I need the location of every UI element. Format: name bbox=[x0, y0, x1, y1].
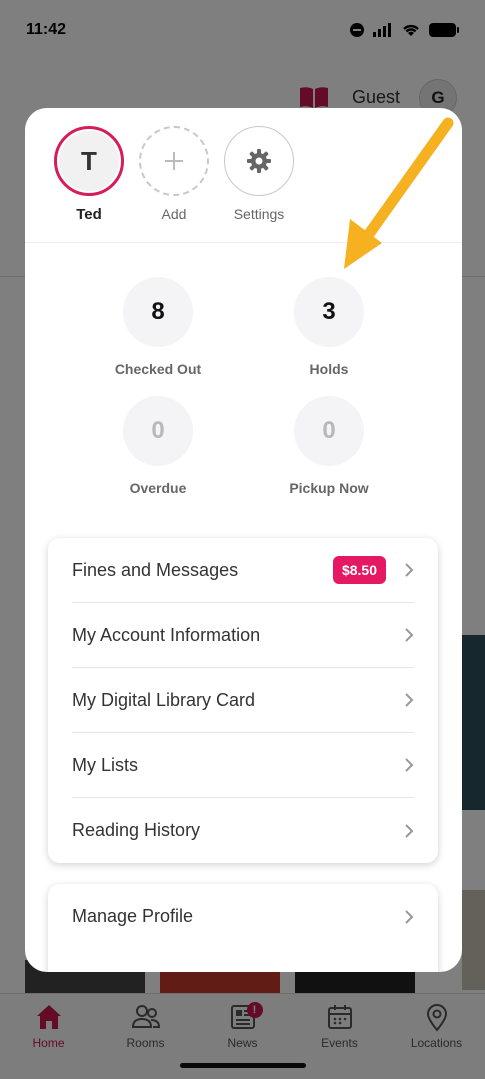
stats-grid: 8 Checked Out 3 Holds 0 Overdue 0 Pickup… bbox=[25, 243, 462, 533]
add-label: Add bbox=[161, 206, 187, 222]
stat-label: Checked Out bbox=[114, 361, 202, 377]
profile-ted[interactable]: T Ted bbox=[49, 126, 129, 223]
menu-item-my-account-information[interactable]: My Account Information bbox=[72, 603, 414, 668]
menu-item-my-lists[interactable]: My Lists bbox=[72, 733, 414, 798]
profile-initial: T bbox=[59, 131, 119, 191]
stat-value: 0 bbox=[123, 396, 193, 466]
menu-item-label: Fines and Messages bbox=[72, 559, 239, 580]
plus-icon bbox=[139, 126, 209, 196]
chevron-right-icon bbox=[405, 628, 414, 642]
chevron-right-icon bbox=[405, 693, 414, 707]
gear-icon bbox=[224, 126, 294, 196]
profile-name: Ted bbox=[76, 206, 102, 223]
stat-pickup-now[interactable]: 0 Pickup Now bbox=[259, 396, 399, 496]
stat-overdue[interactable]: 0 Overdue bbox=[88, 396, 228, 496]
menu-item-label: Reading History bbox=[72, 820, 201, 840]
menu-item-fines-and-messages[interactable]: Fines and Messages $8.50 bbox=[72, 538, 414, 603]
stat-checked-out[interactable]: 8 Checked Out bbox=[88, 277, 228, 377]
stat-value: 0 bbox=[294, 396, 364, 466]
stat-label: Holds bbox=[309, 361, 349, 377]
chevron-right-icon bbox=[405, 758, 414, 772]
profile-menu-card: Manage Profile bbox=[48, 884, 438, 972]
menu-item-label: My Account Information bbox=[72, 624, 261, 645]
stat-label: Overdue bbox=[129, 480, 187, 496]
add-profile-button[interactable]: Add bbox=[134, 126, 214, 222]
stat-holds[interactable]: 3 Holds bbox=[259, 277, 399, 377]
chevron-right-icon bbox=[405, 909, 414, 924]
menu-item-manage-profile[interactable]: Manage Profile bbox=[72, 884, 414, 949]
fines-badge: $8.50 bbox=[332, 556, 386, 584]
chevron-right-icon bbox=[405, 563, 414, 577]
arrow-annotation bbox=[344, 117, 454, 269]
stat-value: 3 bbox=[294, 277, 364, 347]
settings-label: Settings bbox=[233, 206, 285, 222]
menu-item-label: My Lists bbox=[72, 754, 139, 775]
menu-item-my-digital-library-card[interactable]: My Digital Library Card bbox=[72, 668, 414, 733]
settings-button[interactable]: Settings bbox=[219, 126, 299, 222]
menu-item-reading-history[interactable]: Reading History bbox=[72, 798, 414, 863]
menu-item-label: My Digital Library Card bbox=[72, 689, 256, 710]
stat-value: 8 bbox=[123, 277, 193, 347]
account-menu-card: Fines and Messages $8.50 My Account Info… bbox=[48, 538, 438, 863]
stat-label: Pickup Now bbox=[289, 480, 369, 496]
menu-item-label: Manage Profile bbox=[72, 906, 194, 926]
chevron-right-icon bbox=[405, 823, 414, 838]
profile-avatar: T bbox=[54, 126, 124, 196]
